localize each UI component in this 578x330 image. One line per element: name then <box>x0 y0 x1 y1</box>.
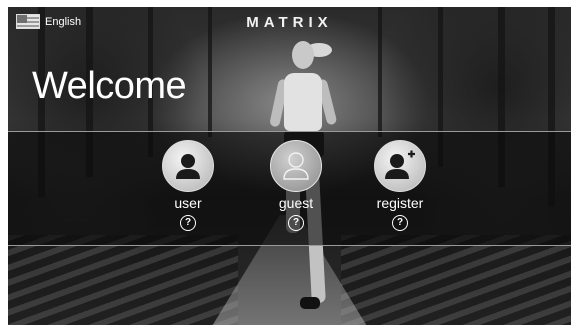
add-user-icon <box>374 140 426 192</box>
user-icon <box>162 140 214 192</box>
guest-help-icon[interactable]: ? <box>288 215 304 231</box>
ground-right <box>341 235 571 325</box>
guest-label: guest <box>278 195 314 211</box>
login-options-band: user ? guest ? register ? <box>8 131 571 246</box>
guest-login-option[interactable]: guest ? <box>256 140 336 231</box>
login-screen: English MATRIX Welcome user ? guest ? re… <box>8 7 571 325</box>
runner-shoe <box>300 297 320 309</box>
user-help-icon[interactable]: ? <box>180 215 196 231</box>
top-bar: English MATRIX <box>8 7 571 37</box>
register-option[interactable]: register ? <box>360 140 440 231</box>
register-label: register <box>376 195 424 211</box>
register-help-icon[interactable]: ? <box>392 215 408 231</box>
runner-head <box>292 41 314 69</box>
brand-logo: MATRIX <box>246 14 333 31</box>
guest-user-icon <box>270 140 322 192</box>
ground-left <box>8 235 238 325</box>
user-label: user <box>174 195 202 211</box>
user-login-option[interactable]: user ? <box>148 140 228 231</box>
runner-torso <box>284 73 322 131</box>
welcome-title: Welcome <box>32 65 187 107</box>
